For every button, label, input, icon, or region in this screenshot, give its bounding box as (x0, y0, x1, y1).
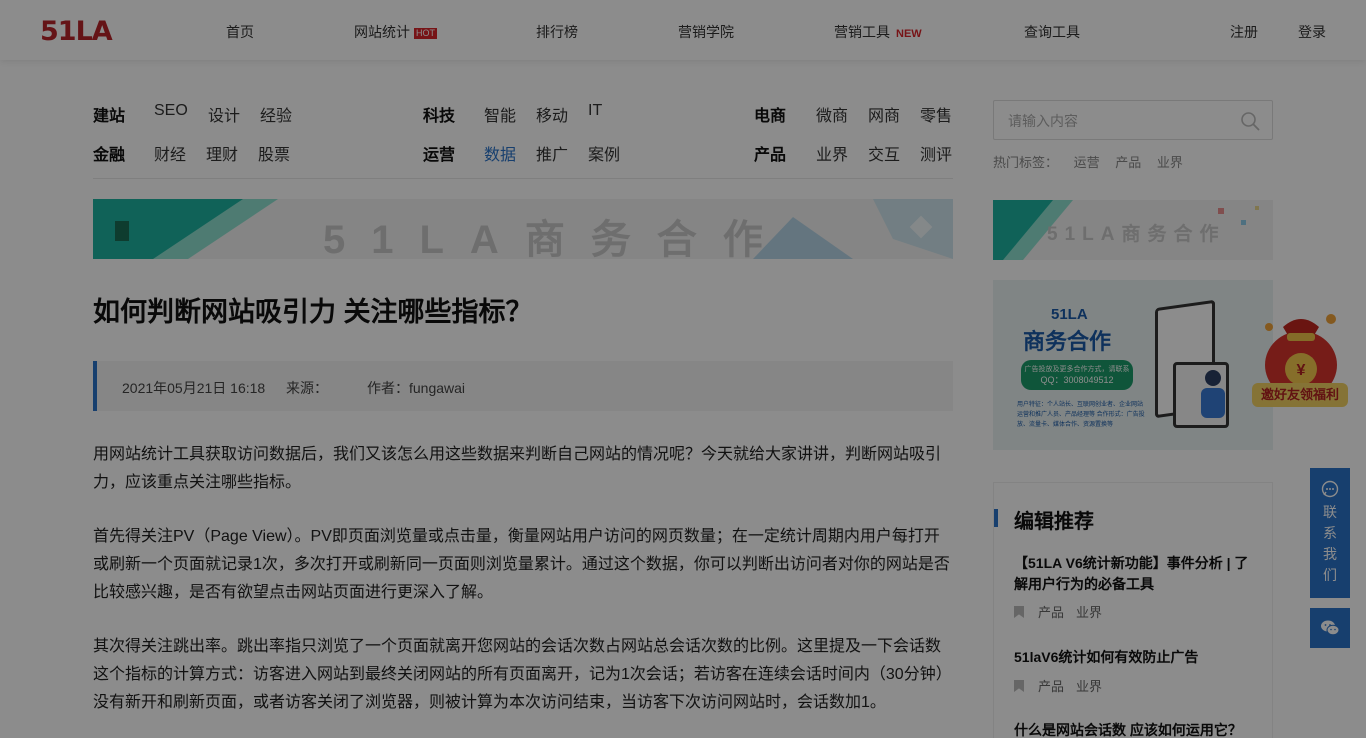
nav-label: 排行榜 (536, 24, 578, 40)
chat-bubble-icon (1321, 480, 1339, 498)
search-box (993, 100, 1273, 140)
invite-friend-label[interactable]: 邀好友领福利 (1252, 383, 1348, 407)
register-link[interactable]: 注册 (1230, 22, 1258, 42)
nav-query-tools[interactable]: 查询工具 (1024, 22, 1080, 42)
contact-char: 联 (1323, 504, 1337, 520)
category-item[interactable]: 股票 (258, 141, 290, 165)
category-item[interactable]: 设计 (208, 102, 240, 126)
category-divider (93, 178, 953, 179)
top-header: 51LA 首页 网站统计 HOT 排行榜 营销学院 营销工具 NEW 查询工具 注册… (0, 0, 1366, 60)
nav-label: 网站统计 (354, 24, 410, 40)
article-title: 如何判断网站吸引力 关注哪些指标？ (93, 297, 533, 327)
article-paragraph: 首先得关注PV（Page View）。PV即页面浏览量或点击量，衡量网站用户访问… (93, 528, 950, 601)
hot-tag[interactable]: 产品 (1115, 155, 1141, 170)
ad-qq: QQ：3008049512 (1040, 375, 1114, 385)
category-item[interactable]: 移动 (536, 102, 568, 126)
login-link[interactable]: 登录 (1298, 22, 1326, 42)
editor-recommend: 编辑推荐 【51LA V6统计新功能】事件分析 | 了解用户行为的必备工具 产品… (993, 482, 1273, 738)
category-item[interactable]: 交互 (868, 141, 900, 165)
new-badge: NEW (896, 28, 922, 40)
nav-ranking[interactable]: 排行榜 (536, 22, 578, 42)
ad-contact-line: 广告投放及更多合作方式，请联系 (1024, 366, 1130, 373)
nav-academy[interactable]: 营销学院 (678, 22, 734, 42)
search-icon[interactable] (1240, 111, 1260, 131)
bookmark-icon (1014, 680, 1024, 692)
recommend-tag[interactable]: 产品 (1038, 605, 1064, 620)
contact-us-button[interactable]: 联 系 我 们 (1310, 468, 1350, 598)
nav-label: 查询工具 (1024, 24, 1080, 40)
hot-tags: 热门标签： 运营 产品 业界 (993, 152, 1195, 171)
category-item[interactable]: 财经 (154, 141, 186, 165)
category-head-dianshang[interactable]: 电商 (754, 102, 786, 126)
recommend-item-tags: 产品 业界 (1014, 602, 1114, 621)
recommend-item-tags: 产品 业界 (1014, 676, 1114, 695)
hot-tag[interactable]: 业界 (1157, 155, 1183, 170)
banner-main-text: 51LA商务合作 (323, 218, 789, 259)
contact-char: 我 (1323, 546, 1337, 562)
person-illustration (1201, 370, 1225, 418)
hot-badge: HOT (414, 28, 437, 39)
contact-char: 系 (1323, 525, 1337, 541)
wechat-icon (1321, 620, 1340, 636)
banner-main[interactable]: 51LA商务合作 (93, 199, 953, 259)
category-item-active[interactable]: 数据 (484, 141, 516, 165)
category-item[interactable]: 微商 (816, 102, 848, 126)
category-item[interactable]: 业界 (816, 141, 848, 165)
category-head-keji[interactable]: 科技 (423, 102, 455, 126)
site-logo[interactable]: 51LA (40, 16, 113, 47)
article-source: 来源： (286, 380, 328, 396)
article-paragraph: 其次得关注跳出率。跳出率指只浏览了一个页面就离开您网站的会话次数占网站总会话次数… (93, 638, 952, 711)
category-item[interactable]: 零售 (920, 102, 952, 126)
category-item[interactable]: 网商 (868, 102, 900, 126)
hot-tags-label: 热门标签： (993, 155, 1059, 170)
category-item[interactable]: IT (588, 102, 602, 120)
gift-symbol: ¥ (1297, 362, 1306, 379)
recommend-item-title[interactable]: 【51LA V6统计新功能】事件分析 | 了解用户行为的必备工具 (1014, 553, 1259, 595)
category-item[interactable]: 理财 (206, 141, 238, 165)
category-head-yunying[interactable]: 运营 (423, 141, 455, 165)
category-item[interactable]: 案例 (588, 141, 620, 165)
recommend-heading: 编辑推荐 (1014, 511, 1094, 533)
category-head-jianzhan[interactable]: 建站 (93, 102, 125, 126)
ad-contact-pill: 广告投放及更多合作方式，请联系 QQ：3008049512 (1021, 360, 1133, 390)
ad-brand: 51LA (1051, 306, 1088, 323)
recommend-item-title[interactable]: 什么是网站会话数 应该如何运用它？ (1014, 720, 1259, 738)
recommend-tag[interactable]: 产品 (1038, 679, 1064, 694)
nav-site-stats[interactable]: 网站统计 HOT (354, 22, 437, 42)
page: 51LA 首页 网站统计 HOT 排行榜 营销学院 营销工具 NEW 查询工具 注册… (0, 0, 1366, 738)
article-paragraph: 用网站统计工具获取访问数据后，我们又该怎么用这些数据来判断自己网站的情况呢？今天… (93, 446, 942, 491)
category-item[interactable]: 测评 (920, 141, 952, 165)
nav-label: 营销学院 (678, 24, 734, 40)
ad-title: 商务合作 (1023, 329, 1112, 354)
category-item[interactable]: 智能 (484, 102, 516, 126)
contact-char: 们 (1323, 567, 1337, 583)
nav-home[interactable]: 首页 (226, 22, 254, 42)
recommend-tag[interactable]: 业界 (1076, 679, 1102, 694)
section-accent-bar (994, 509, 998, 527)
category-item[interactable]: SEO (154, 102, 188, 120)
category-head-jinrong[interactable]: 金融 (93, 141, 125, 165)
wechat-button[interactable] (1310, 608, 1350, 648)
bookmark-icon (1014, 606, 1024, 618)
nav-label: 首页 (226, 24, 254, 40)
article-author: 作者：fungawai (367, 380, 466, 396)
nav-label: 营销工具 (834, 24, 890, 40)
category-item[interactable]: 推广 (536, 141, 568, 165)
recommend-tag[interactable]: 业界 (1076, 605, 1102, 620)
ad-small-text: 用户特征：个人站长、互联网创业者、企业网站运营和推广人员、产品经理等 合作形式：… (1017, 402, 1145, 428)
ad-business-cooperation[interactable]: 51LA 商务合作 广告投放及更多合作方式，请联系 QQ：3008049512 … (993, 280, 1273, 450)
banner-side[interactable]: 51LA商务合作 (993, 200, 1273, 260)
hot-tag[interactable]: 运营 (1074, 155, 1100, 170)
recommend-item-title[interactable]: 51laV6统计如何有效防止广告 (1014, 647, 1259, 668)
article-meta: 2021年05月21日 16:18 来源： 作者：fungawai (93, 361, 953, 411)
category-item[interactable]: 经验 (260, 102, 292, 126)
category-head-chanpin[interactable]: 产品 (754, 141, 786, 165)
nav-marketing-tools[interactable]: 营销工具 NEW (834, 22, 922, 42)
article-date: 2021年05月21日 16:18 (122, 380, 266, 396)
search-input[interactable] (1008, 110, 1228, 132)
banner-side-text: 51LA商务合作 (1047, 224, 1226, 245)
